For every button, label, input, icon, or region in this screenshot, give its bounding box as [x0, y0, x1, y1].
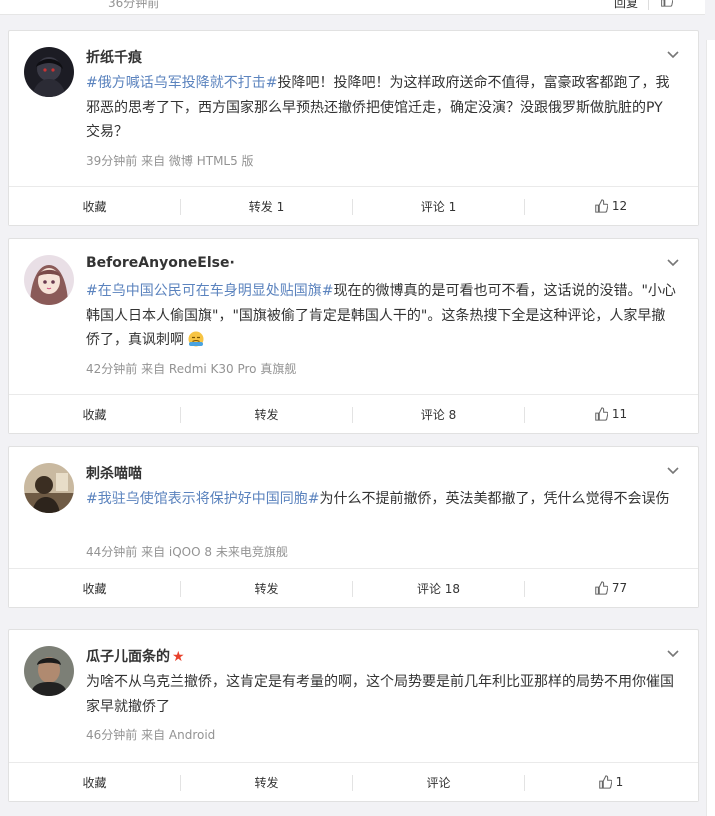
- divider: [648, 0, 649, 10]
- action-bar: 收藏 转发 评论 8 11: [9, 394, 698, 433]
- comment-text: #在乌中国公民可在车身明显处贴国旗#现在的微博真的是可看也可不看，这话说的没错。…: [86, 279, 676, 353]
- thumbs-up-icon[interactable]: [660, 0, 674, 10]
- chevron-down-icon[interactable]: [666, 463, 680, 477]
- collect-button[interactable]: 收藏: [9, 763, 180, 801]
- username[interactable]: 瓜子儿面条的 ★: [86, 646, 185, 666]
- comment-button[interactable]: 评论: [353, 763, 524, 801]
- post-meta: 42分钟前 来自 Redmi K30 Pro 真旗舰: [86, 362, 297, 376]
- comment-card: 瓜子儿面条的 ★ 为啥不从乌克兰撤侨，这肯定是有考量的啊，这个局势要是前几年利比亚…: [8, 629, 699, 802]
- avatar[interactable]: [24, 255, 74, 305]
- repost-button[interactable]: 转发 1: [181, 187, 352, 225]
- comment-body: 为啥不从乌克兰撤侨，这肯定是有考量的啊，这个局势要是前几年利比亚那样的局势不用你…: [86, 674, 674, 715]
- post-meta: 39分钟前 来自 微博 HTML5 版: [86, 154, 254, 168]
- chevron-down-icon[interactable]: [666, 47, 680, 61]
- thumbs-up-icon: [595, 581, 608, 595]
- comment-button[interactable]: 评论 1: [353, 187, 524, 225]
- repost-button[interactable]: 转发: [181, 569, 352, 607]
- comment-text: #俄方喊话乌军投降就不打击#投降吧！投降吧！为这样政府送命不值得，富豪政客都跑了…: [86, 71, 676, 145]
- scrollbar-track[interactable]: [706, 40, 715, 816]
- username[interactable]: 刺杀喵喵: [86, 463, 142, 483]
- topic-link[interactable]: #在乌中国公民可在车身明显处贴国旗#: [86, 283, 333, 299]
- thumbs-up-icon: [595, 199, 608, 213]
- repost-button[interactable]: 转发: [181, 395, 352, 433]
- previous-post-time: 36分钟前: [108, 0, 160, 10]
- like-button[interactable]: 11: [525, 395, 696, 433]
- action-bar: 收藏 转发 评论 1: [9, 762, 698, 801]
- repost-button[interactable]: 转发: [181, 763, 352, 801]
- collect-button[interactable]: 收藏: [9, 395, 180, 433]
- comment-text: #我驻乌使馆表示将保护好中国同胞#为什么不提前撤侨，英法美都撤了，凭什么觉得不会…: [86, 487, 676, 512]
- like-button[interactable]: 12: [525, 187, 696, 225]
- collect-button[interactable]: 收藏: [9, 569, 180, 607]
- username-text: 瓜子儿面条的: [86, 649, 170, 665]
- comment-body: 为什么不提前撤侨，英法美都撤了，凭什么觉得不会误伤: [319, 491, 670, 507]
- username[interactable]: 折纸千痕: [86, 47, 142, 67]
- thumbs-up-icon: [595, 407, 608, 421]
- thumbs-up-icon: [598, 775, 612, 789]
- like-button[interactable]: 77: [525, 569, 696, 607]
- like-count: 11: [611, 407, 628, 421]
- username[interactable]: BeforeAnyoneElse·: [86, 255, 235, 271]
- like-count: 77: [611, 581, 628, 595]
- avatar[interactable]: [24, 646, 74, 696]
- wry-smile-emoji-icon: [188, 331, 204, 347]
- post-meta: 44分钟前 来自 iQOO 8 未来电竞旗舰: [86, 545, 288, 559]
- comment-text: 为啥不从乌克兰撤侨，这肯定是有考量的啊，这个局势要是前几年利比亚那样的局势不用你…: [86, 670, 676, 719]
- avatar[interactable]: [24, 463, 74, 513]
- previous-post-footer: 36分钟前 回复: [0, 0, 705, 15]
- topic-link[interactable]: #俄方喊话乌军投降就不打击#: [86, 75, 277, 91]
- like-button[interactable]: 1: [525, 763, 696, 801]
- avatar[interactable]: [24, 47, 74, 97]
- like-count: 1: [615, 775, 624, 789]
- comment-button[interactable]: 评论 18: [353, 569, 524, 607]
- comment-card: 折纸千痕 #俄方喊话乌军投降就不打击#投降吧！投降吧！为这样政府送命不值得，富豪…: [8, 30, 699, 226]
- star-badge-icon[interactable]: ★: [172, 649, 185, 665]
- action-bar: 收藏 转发 1 评论 1 12: [9, 186, 698, 225]
- post-meta: 46分钟前 来自 Android: [86, 728, 216, 742]
- like-count: 12: [611, 199, 628, 213]
- comment-card: BeforeAnyoneElse· #在乌中国公民可在车身明显处贴国旗#现在的微…: [8, 238, 699, 434]
- action-bar: 收藏 转发 评论 18 77: [9, 568, 698, 607]
- comment-button[interactable]: 评论 8: [353, 395, 524, 433]
- collect-button[interactable]: 收藏: [9, 187, 180, 225]
- chevron-down-icon[interactable]: [666, 255, 680, 269]
- reply-button[interactable]: 回复: [614, 0, 638, 11]
- comment-card: 刺杀喵喵 #我驻乌使馆表示将保护好中国同胞#为什么不提前撤侨，英法美都撤了，凭什…: [8, 446, 699, 608]
- topic-link[interactable]: #我驻乌使馆表示将保护好中国同胞#: [86, 491, 319, 507]
- chevron-down-icon[interactable]: [666, 646, 680, 660]
